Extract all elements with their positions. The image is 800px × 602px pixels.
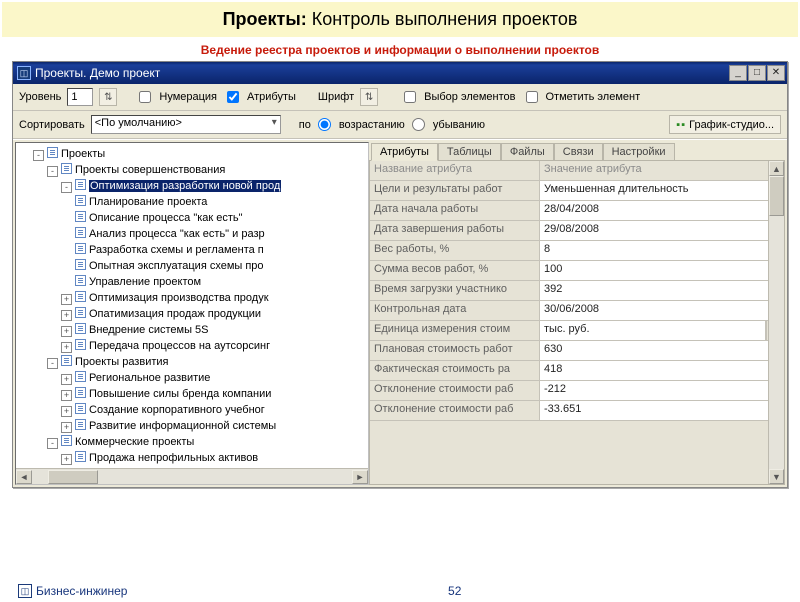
level-stepper-icon[interactable]: ⇅ xyxy=(99,88,117,106)
tree-item[interactable]: +Развитие информационной системы xyxy=(19,418,368,434)
tree-item[interactable]: +Опатимизация продаж продукции xyxy=(19,306,368,322)
tree-group[interactable]: -Проекты совершенствования xyxy=(19,162,368,178)
attr-vscrollbar[interactable]: ▲ ▼ xyxy=(768,161,784,484)
attr-header-value: Значение атрибута xyxy=(540,161,784,181)
slide-subtitle: Ведение реестра проектов и информации о … xyxy=(0,43,800,57)
tree-pane: -Проекты -Проекты совершенствования -Опт… xyxy=(15,142,369,485)
attr-row[interactable]: Контрольная дата30/06/2008 xyxy=(370,301,784,321)
slide-title-bold: Проекты: xyxy=(223,9,307,29)
attribute-table: Название атрибута Значение атрибута Цели… xyxy=(369,160,785,485)
scroll-down-icon[interactable]: ▼ xyxy=(769,469,784,484)
slide-footer: ◫ Бизнес-инжинер 52 xyxy=(0,584,800,598)
tree-item[interactable]: Описание процесса "как есть" xyxy=(19,210,368,226)
tree-item[interactable]: +Передача процессов на аутсорсинг xyxy=(19,338,368,354)
toolbar-sort: Сортировать <По умолчанию> по возрастани… xyxy=(13,111,787,139)
numbering-checkbox[interactable] xyxy=(139,91,151,103)
attributes-checkbox[interactable] xyxy=(227,91,239,103)
attr-row[interactable]: Цели и результаты работУменьшенная длите… xyxy=(370,181,784,201)
tree-item[interactable]: +Внедрение системы 5S xyxy=(19,322,368,338)
asc-label: возрастанию xyxy=(339,119,405,131)
select-elements-label: Выбор элементов xyxy=(424,91,515,103)
level-input[interactable] xyxy=(67,88,93,106)
titlebar[interactable]: ◫ Проекты. Демо проект _ □ ✕ xyxy=(13,62,787,84)
scroll-thumb[interactable] xyxy=(48,470,98,484)
app-icon: ◫ xyxy=(17,66,31,80)
graph-studio-label: График-студио... xyxy=(689,119,774,131)
toolbar-top: Уровень ⇅ Нумерация Атрибуты Шрифт ⇅ Выб… xyxy=(13,84,787,111)
graph-studio-icon: ▪▪ xyxy=(676,119,686,131)
tree-item[interactable]: +Оптимизация производства продук xyxy=(19,290,368,306)
tree-item[interactable]: Разработка схемы и регламента п xyxy=(19,242,368,258)
tab-settings[interactable]: Настройки xyxy=(603,143,675,161)
attr-row[interactable]: Время загрузки участнико392 xyxy=(370,281,784,301)
mark-element-checkbox[interactable] xyxy=(526,91,538,103)
close-button[interactable]: ✕ xyxy=(767,65,785,81)
attr-row[interactable]: Единица измерения стоимтыс. руб.… xyxy=(370,321,784,341)
tab-bar: Атрибуты Таблицы Файлы Связи Настройки xyxy=(369,142,785,160)
desc-label: убыванию xyxy=(433,119,485,131)
attr-row[interactable]: Сумма весов работ, %100 xyxy=(370,261,784,281)
attr-row[interactable]: Фактическая стоимость ра418 xyxy=(370,361,784,381)
scroll-left-icon[interactable]: ◄ xyxy=(16,470,32,484)
tab-links[interactable]: Связи xyxy=(554,143,603,161)
numbering-label: Нумерация xyxy=(159,91,217,103)
scroll-thumb[interactable] xyxy=(769,176,784,216)
tree-item[interactable]: +Региональное развитие xyxy=(19,370,368,386)
tree-group[interactable]: -Коммерческие проекты xyxy=(19,434,368,450)
tab-attributes[interactable]: Атрибуты xyxy=(371,143,438,161)
attributes-label: Атрибуты xyxy=(247,91,296,103)
select-elements-checkbox[interactable] xyxy=(404,91,416,103)
tab-tables[interactable]: Таблицы xyxy=(438,143,501,161)
attr-row[interactable]: Дата завершения работы29/08/2008 xyxy=(370,221,784,241)
tree-item[interactable]: Планирование проекта xyxy=(19,194,368,210)
attr-header-name: Название атрибута xyxy=(370,161,540,181)
right-pane: Атрибуты Таблицы Файлы Связи Настройки Н… xyxy=(369,142,785,485)
scroll-right-icon[interactable]: ► xyxy=(352,470,368,484)
tree-item[interactable]: Опытная эксплуатация схемы про xyxy=(19,258,368,274)
project-tree[interactable]: -Проекты -Проекты совершенствования -Опт… xyxy=(16,143,368,466)
tree-item[interactable]: Управление проектом xyxy=(19,274,368,290)
sort-value: <По умолчанию> xyxy=(95,117,182,129)
app-window: ◫ Проекты. Демо проект _ □ ✕ Уровень ⇅ Н… xyxy=(12,61,788,488)
content-area: -Проекты -Проекты совершенствования -Опт… xyxy=(13,139,787,487)
tree-item[interactable]: +Повышение силы бренда компании xyxy=(19,386,368,402)
attr-row[interactable]: Плановая стоимость работ630 xyxy=(370,341,784,361)
scroll-up-icon[interactable]: ▲ xyxy=(769,161,784,176)
tree-hscrollbar[interactable]: ◄ ► xyxy=(16,468,368,484)
brand-label: Бизнес-инжинер xyxy=(36,584,127,598)
font-button-icon[interactable]: ⇅ xyxy=(360,88,378,106)
tree-item[interactable]: +Продажа непрофильных активов xyxy=(19,450,368,466)
attr-row[interactable]: Отклонение стоимости раб-33.651 xyxy=(370,401,784,421)
sort-select[interactable]: <По умолчанию> xyxy=(91,115,281,134)
maximize-button[interactable]: □ xyxy=(748,65,766,81)
minimize-button[interactable]: _ xyxy=(729,65,747,81)
window-title: Проекты. Демо проект xyxy=(35,66,160,80)
slide-title: Проекты: Контроль выполнения проектов xyxy=(2,2,798,37)
slide-title-rest: Контроль выполнения проектов xyxy=(307,9,578,29)
graph-studio-button[interactable]: ▪▪ График-студио... xyxy=(669,115,781,134)
font-label: Шрифт xyxy=(318,91,354,103)
attr-row[interactable]: Отклонение стоимости раб-212 xyxy=(370,381,784,401)
mark-element-label: Отметить элемент xyxy=(546,91,641,103)
tree-item[interactable]: +Создание корпоративного учебног xyxy=(19,402,368,418)
tree-root[interactable]: -Проекты xyxy=(19,146,368,162)
attr-row[interactable]: Вес работы, %8 xyxy=(370,241,784,261)
desc-radio[interactable] xyxy=(412,118,425,131)
tree-item[interactable]: Анализ процесса "как есть" и разр xyxy=(19,226,368,242)
tree-item-selected[interactable]: -Оптимизация разработки новой прод xyxy=(19,178,368,194)
asc-radio[interactable] xyxy=(318,118,331,131)
page-number: 52 xyxy=(448,584,461,598)
tree-group[interactable]: -Проекты развития xyxy=(19,354,368,370)
level-label: Уровень xyxy=(19,91,61,103)
by-label: по xyxy=(299,119,311,131)
attr-header-row: Название атрибута Значение атрибута xyxy=(370,161,784,181)
brand-icon: ◫ xyxy=(18,584,32,598)
tab-files[interactable]: Файлы xyxy=(501,143,554,161)
attr-row[interactable]: Дата начала работы28/04/2008 xyxy=(370,201,784,221)
sort-label: Сортировать xyxy=(19,119,85,131)
